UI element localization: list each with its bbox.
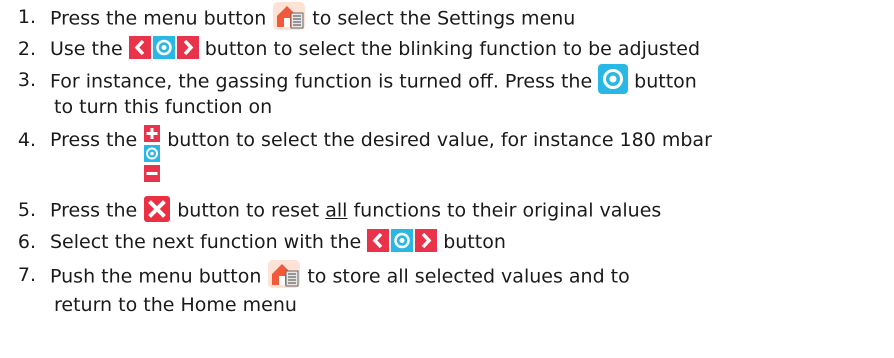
step-number: 1. bbox=[17, 6, 36, 28]
step-text: For instance, the gassing function is tu… bbox=[50, 64, 697, 118]
step-text-before: Select the next function with the bbox=[50, 231, 362, 253]
nav-left-ok-right-icon bbox=[367, 229, 438, 252]
step-text-continuation: to turn this function on bbox=[54, 96, 273, 118]
step-text-after: button bbox=[443, 231, 506, 253]
step-text: Press the button to select the desired v… bbox=[50, 125, 712, 185]
step-text-continuation: return to the Home menu bbox=[54, 294, 297, 316]
step-text: Press the button to reset all functions … bbox=[50, 195, 662, 225]
step-number: 3. bbox=[17, 69, 36, 91]
step-number: 6. bbox=[17, 231, 36, 253]
step-text-before: Push the menu button bbox=[50, 265, 262, 288]
step-number: 4. bbox=[17, 129, 36, 151]
step-number: 5. bbox=[17, 199, 36, 221]
step-text-after: button bbox=[634, 70, 697, 93]
step-number: 7. bbox=[17, 264, 36, 286]
step-text-after: button to select the blinking function t… bbox=[204, 38, 701, 60]
step-text: Use the button to select the blinking fu… bbox=[50, 36, 700, 63]
step-text-after: button to reset bbox=[177, 199, 320, 222]
step-text-after-end: functions to their original values bbox=[353, 199, 662, 222]
step-text: Press the menu button to select the Sett… bbox=[50, 1, 576, 34]
step-text-before: Use the bbox=[50, 38, 123, 60]
plus-minus-icon bbox=[143, 125, 161, 183]
menu-home-icon bbox=[267, 259, 301, 289]
step-text-after: to store all selected values and to bbox=[307, 265, 630, 288]
ok-circle-icon bbox=[598, 64, 629, 94]
step-text-before: Press the menu button bbox=[50, 7, 267, 30]
nav-left-ok-right-icon bbox=[128, 36, 199, 59]
step-text: Select the next function with the button bbox=[50, 229, 506, 256]
step-text-after: to select the Settings menu bbox=[312, 7, 576, 30]
menu-home-icon bbox=[272, 1, 306, 31]
emphasis-underlined: all bbox=[325, 199, 348, 222]
step-text: Push the menu button to store all select… bbox=[50, 259, 630, 316]
step-text-before: For instance, the gassing function is tu… bbox=[50, 70, 593, 93]
step-text-after: button to select the desired value, for … bbox=[167, 129, 712, 151]
step-text-before: Press the bbox=[50, 129, 138, 151]
step-number: 2. bbox=[17, 38, 36, 60]
reset-x-icon bbox=[143, 195, 171, 223]
step-text-before: Press the bbox=[50, 199, 138, 222]
